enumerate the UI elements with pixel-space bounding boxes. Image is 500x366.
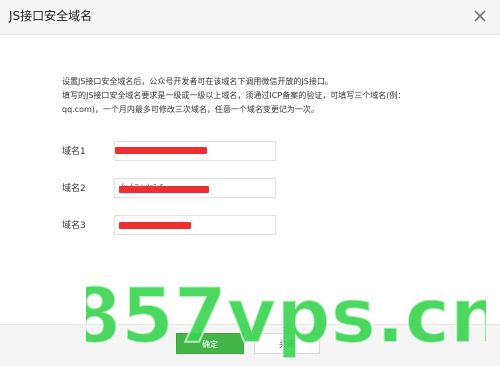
dialog-footer (0, 324, 500, 366)
close-icon (474, 10, 486, 22)
domain-label-1: 域名1 (62, 147, 86, 157)
redaction-mark (119, 222, 191, 229)
close-dialog-button[interactable]: 关闭 (254, 333, 320, 354)
description-line: 设置JS接口安全域名后，公众号开发者可在该域名下调用微信开放的JS接口。 (62, 77, 333, 86)
domain-field-row-3: 域名3 (0, 215, 500, 237)
domain-input-3[interactable] (114, 215, 276, 235)
close-button[interactable] (472, 8, 488, 24)
redaction-mark (115, 147, 207, 154)
domain-field-row-1: 域名1 (0, 141, 500, 163)
dialog-description: 设置JS接口安全域名后，公众号开发者可在该域名下调用微信开放的JS接口。 填写的… (62, 75, 480, 117)
redaction-mark (119, 186, 209, 193)
confirm-button[interactable]: 确定 (176, 333, 244, 354)
security-domain-dialog: JS接口安全域名 设置JS接口安全域名后，公众号开发者可在该域名下调用微信开放的… (0, 0, 500, 366)
dialog-title: JS接口安全域名 (9, 9, 93, 23)
domain-field-row-2: 域名2 fu.f.3.J.dr3 6 (0, 178, 500, 200)
domain-label-2: 域名2 (62, 184, 86, 194)
domain-input-1[interactable] (114, 141, 276, 161)
description-line: qq.com)，一个月内最多可修改三次域名，任意一个域名变更记为一次。 (62, 105, 319, 114)
dialog-header: JS接口安全域名 (0, 0, 500, 35)
description-line: 填写的JS接口安全域名要求是一级或一级以上域名，须通过ICP备案的验证，可填写三… (62, 91, 406, 100)
domain-label-3: 域名3 (62, 221, 86, 231)
domain-input-2[interactable]: fu.f.3.J.dr3 6 (114, 178, 276, 198)
